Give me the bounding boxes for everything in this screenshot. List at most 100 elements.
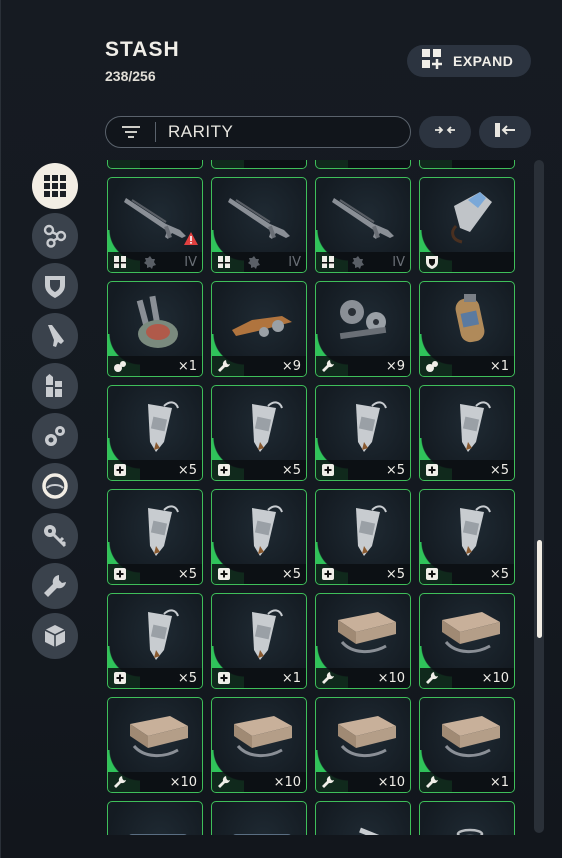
slot-info-bar: ×5 [420, 564, 514, 584]
mod-slot-icon [247, 255, 261, 269]
item-quantity: ×1 [489, 774, 509, 790]
category-tab-wrench[interactable] [32, 563, 78, 609]
item-category-plus-icon [217, 671, 231, 685]
inventory-slot[interactable] [315, 160, 411, 169]
augment-icon [41, 472, 69, 500]
scrollbar-track[interactable] [534, 160, 544, 833]
item-rifle-icon [226, 186, 296, 250]
item-category-wrench-icon [425, 775, 439, 789]
item-syringe-icon [434, 498, 504, 562]
warning-icon [184, 232, 198, 250]
inventory-slot[interactable]: IV [107, 177, 203, 273]
inventory-slot[interactable]: IV [315, 177, 411, 273]
ammo-icon [43, 373, 67, 399]
inventory-slot[interactable]: ×5 [107, 385, 203, 481]
item-quantity: ×5 [177, 566, 197, 582]
item-category-plus-icon [113, 567, 127, 581]
inventory-slot[interactable]: ×5 [107, 489, 203, 585]
category-tab-key[interactable] [32, 513, 78, 559]
sort-value: RARITY [168, 122, 234, 141]
inventory-slot[interactable]: ×1 [211, 593, 307, 689]
inventory-slot[interactable] [107, 801, 203, 835]
inventory-slot[interactable]: ×10 [315, 593, 411, 689]
stash-capacity: 238/256 [105, 68, 156, 84]
item-quantity: ×5 [281, 462, 301, 478]
inventory-slot[interactable]: IV [211, 177, 307, 273]
inventory-slot[interactable]: ×1 [419, 281, 515, 377]
inventory-slot[interactable]: ×5 [419, 385, 515, 481]
item-tier-label: IV [392, 254, 405, 270]
inventory-slot[interactable] [419, 801, 515, 835]
slot-info-bar [420, 252, 514, 272]
item-shield-item-icon [434, 186, 504, 250]
inventory-slot[interactable] [419, 160, 515, 169]
inventory-slot[interactable] [419, 177, 515, 273]
inventory-slot[interactable]: ×9 [211, 281, 307, 377]
slot-info-bar: ×5 [212, 460, 306, 480]
inventory-slot[interactable]: ×1 [419, 697, 515, 793]
inventory-slot[interactable]: ×5 [211, 489, 307, 585]
category-tab-grid[interactable] [32, 163, 78, 209]
inventory-slot[interactable]: ×10 [107, 697, 203, 793]
key-icon [42, 523, 68, 549]
scrollbar-thumb[interactable] [537, 540, 542, 638]
inventory-slot[interactable]: ×10 [211, 697, 307, 793]
category-tab-quick-use[interactable] [32, 413, 78, 459]
item-category-plus-icon [113, 671, 127, 685]
item-scope-icon [226, 810, 296, 835]
item-tube-icon [330, 810, 400, 835]
slot-info-bar: ×10 [212, 772, 306, 792]
slot-info-bar [420, 160, 514, 168]
inventory-slot[interactable]: ×9 [315, 281, 411, 377]
category-tab-shield[interactable] [32, 263, 78, 309]
inventory-slot[interactable] [315, 801, 411, 835]
item-category-plus-icon [113, 463, 127, 477]
item-parts-icon [226, 290, 296, 354]
inventory-slot[interactable]: ×5 [419, 489, 515, 585]
item-spring-icon [434, 810, 504, 835]
category-tab-augment[interactable] [32, 463, 78, 509]
item-syringe-icon [122, 602, 192, 666]
expand-button[interactable]: EXPAND [407, 45, 531, 77]
filter-icon[interactable] [106, 122, 156, 142]
item-syringe-icon [226, 602, 296, 666]
item-category-wrench-icon [113, 775, 127, 789]
category-tab-weapon[interactable] [32, 313, 78, 359]
item-category-plus-icon [217, 463, 231, 477]
sort-dropdown[interactable]: RARITY [105, 116, 411, 148]
item-category-wrench-icon [217, 775, 231, 789]
wrench-icon [42, 573, 68, 599]
inventory-slot[interactable]: ×5 [315, 489, 411, 585]
item-syringe-icon [434, 394, 504, 458]
inventory-slot[interactable]: ×5 [107, 593, 203, 689]
inventory-slot[interactable] [107, 160, 203, 169]
item-quantity: ×10 [481, 670, 509, 686]
inventory-slot[interactable]: ×10 [419, 593, 515, 689]
item-quantity: ×1 [489, 358, 509, 374]
item-category-wrench-icon [321, 359, 335, 373]
collapse-button[interactable] [419, 116, 471, 148]
category-tab-box[interactable] [32, 613, 78, 659]
transfer-button[interactable] [479, 116, 531, 148]
inventory-slot[interactable]: ×10 [315, 697, 411, 793]
item-syringe-icon [330, 394, 400, 458]
slot-info-bar: ×10 [316, 772, 410, 792]
inventory-slot[interactable]: ×5 [315, 385, 411, 481]
box-icon [42, 623, 68, 649]
category-tab-ammo[interactable] [32, 363, 78, 409]
attachments-icon [42, 223, 68, 249]
quick-use-icon [42, 423, 68, 449]
stash-panel: STASH 238/256 EXPAND RARITY IV IV IV ×1 … [0, 0, 562, 858]
item-category-plus-icon [425, 463, 439, 477]
slot-info-bar: ×5 [212, 564, 306, 584]
item-device-icon [122, 290, 192, 354]
slot-info-bar: ×5 [108, 564, 202, 584]
inventory-slot[interactable]: ×1 [107, 281, 203, 377]
inventory-slot[interactable] [211, 801, 307, 835]
inventory-slot[interactable]: ×5 [211, 385, 307, 481]
category-tab-attachments[interactable] [32, 213, 78, 259]
slot-info-bar: ×5 [420, 460, 514, 480]
item-category-plus-icon [425, 567, 439, 581]
item-category-ammo-light-icon [321, 255, 335, 269]
inventory-slot[interactable] [211, 160, 307, 169]
